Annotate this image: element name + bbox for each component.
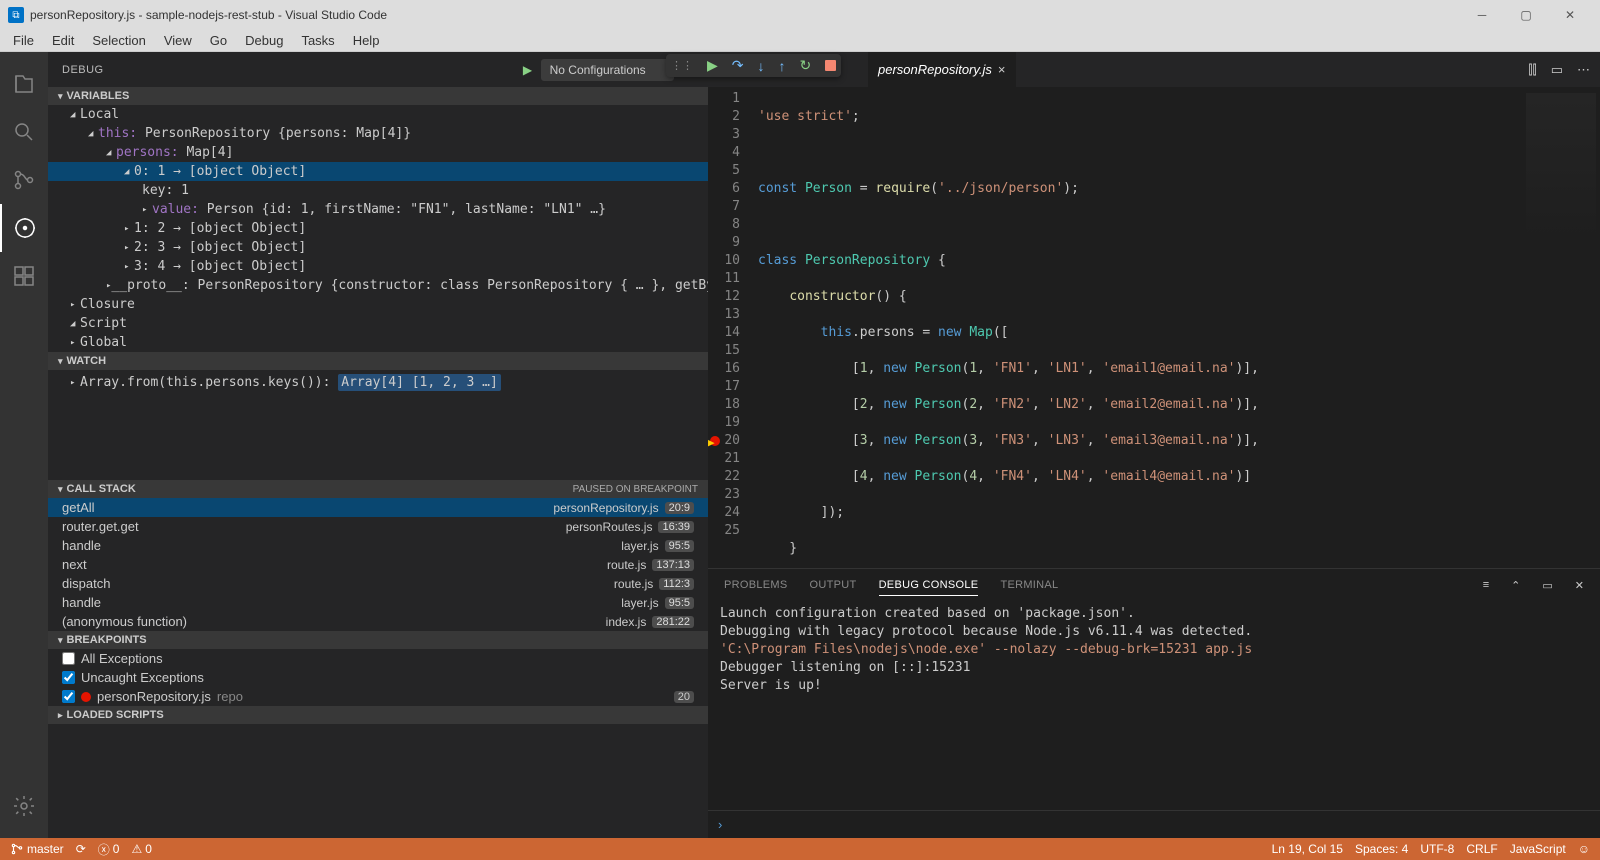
stack-frame: router.get.getpersonRoutes.js16:39 [48, 517, 708, 536]
debug-icon[interactable] [0, 204, 48, 252]
status-bar: master ⟳ ⓧ 0 ⚠ 0 Ln 19, Col 15 Spaces: 4… [0, 838, 1600, 860]
editor-tab[interactable]: personRepository.js × [868, 52, 1016, 87]
menu-file[interactable]: File [4, 31, 43, 50]
variables-tree[interactable]: ◢Local ◢this: PersonRepository {persons:… [48, 105, 708, 352]
watch-section-header[interactable]: ▾WATCH [48, 352, 708, 370]
bottom-panel: PROBLEMS OUTPUT DEBUG CONSOLE TERMINAL ≡… [708, 568, 1600, 838]
eol[interactable]: CRLF [1466, 842, 1497, 856]
variables-section-header[interactable]: ▾VARIABLES [48, 87, 708, 105]
panel-tab-output[interactable]: OUTPUT [810, 575, 857, 595]
callstack-list[interactable]: getAllpersonRepository.js20:9 router.get… [48, 498, 708, 631]
stack-frame: nextroute.js137:13 [48, 555, 708, 574]
close-window-button[interactable]: ✕ [1548, 0, 1592, 30]
breakpoints-list[interactable]: All Exceptions Uncaught Exceptions perso… [48, 649, 708, 706]
explorer-icon[interactable] [0, 60, 48, 108]
toggle-layout-icon[interactable]: ▭ [1551, 62, 1563, 78]
debug-console-input[interactable]: › [708, 810, 1600, 838]
indent-spaces[interactable]: Spaces: 4 [1355, 842, 1408, 856]
callstack-section-header[interactable]: ▾CALL STACKPAUSED ON BREAKPOINT [48, 480, 708, 498]
menu-edit[interactable]: Edit [43, 31, 83, 50]
drag-grip-icon[interactable]: ⋮⋮ [671, 59, 693, 72]
panel-filter-icon[interactable]: ≡ [1483, 579, 1489, 591]
split-editor-icon[interactable]: ⫿⫿ [1528, 62, 1536, 78]
panel-maximize-icon[interactable]: ▭ [1542, 579, 1552, 592]
bp-all-exceptions-checkbox[interactable] [62, 652, 75, 665]
loaded-scripts-header[interactable]: ▸LOADED SCRIPTS [48, 706, 708, 724]
extensions-icon[interactable] [0, 252, 48, 300]
menu-tasks[interactable]: Tasks [292, 31, 343, 50]
panel-tab-problems[interactable]: PROBLEMS [724, 575, 788, 595]
menu-selection[interactable]: Selection [83, 31, 154, 50]
language-mode[interactable]: JavaScript [1510, 842, 1566, 856]
start-debug-icon[interactable]: ▶ [523, 63, 533, 77]
menu-help[interactable]: Help [344, 31, 389, 50]
menu-go[interactable]: Go [201, 31, 236, 50]
search-icon[interactable] [0, 108, 48, 156]
maximize-button[interactable]: ▢ [1504, 0, 1548, 30]
step-out-button[interactable]: ↑ [779, 58, 786, 74]
stack-frame: (anonymous function)index.js281:22 [48, 612, 708, 631]
status-warnings[interactable]: ⚠ 0 [131, 842, 151, 856]
panel-tab-terminal[interactable]: TERMINAL [1000, 575, 1058, 595]
encoding[interactable]: UTF-8 [1420, 842, 1454, 856]
debug-title: DEBUG [62, 64, 104, 76]
stack-frame: getAllpersonRepository.js20:9 [48, 498, 708, 517]
breakpoints-section-header[interactable]: ▾BREAKPOINTS [48, 631, 708, 649]
minimize-button[interactable]: ─ [1460, 0, 1504, 30]
sync-icon[interactable]: ⟳ [76, 842, 86, 856]
stack-frame: handlelayer.js95:5 [48, 536, 708, 555]
debug-sidebar: DEBUG ▶ No Configurations ⚙ ▾VARIABLES ◢… [48, 52, 708, 838]
stop-button[interactable] [825, 60, 836, 71]
more-actions-icon[interactable]: ⋯ [1577, 62, 1590, 78]
menu-view[interactable]: View [155, 31, 201, 50]
editor-area: ⋮⋮ ▶ ↷ ↓ ↑ ↻ personRepository.js × ⫿⫿ ▭ … [708, 52, 1600, 838]
menu-debug[interactable]: Debug [236, 31, 292, 50]
code-editor[interactable]: 'use strict'; const Person = require('..… [758, 87, 1510, 568]
line-gutter[interactable]: 12345678910111213141516171819 ▶20 212223… [708, 87, 758, 568]
panel-close-icon[interactable]: ✕ [1575, 579, 1584, 592]
editor-tab-bar: ⋮⋮ ▶ ↷ ↓ ↑ ↻ personRepository.js × ⫿⫿ ▭ … [708, 52, 1600, 87]
panel-collapse-icon[interactable]: ⌃ [1511, 579, 1520, 592]
stack-frame: handlelayer.js95:5 [48, 593, 708, 612]
feedback-icon[interactable]: ☺ [1578, 842, 1590, 856]
step-over-button[interactable]: ↷ [732, 57, 744, 74]
stack-frame: dispatchroute.js112:3 [48, 574, 708, 593]
debug-toolbar[interactable]: ⋮⋮ ▶ ↷ ↓ ↑ ↻ [666, 54, 841, 77]
bp-uncaught-checkbox[interactable] [62, 671, 75, 684]
window-title: personRepository.js - sample-nodejs-rest… [30, 8, 387, 22]
debug-config-select[interactable]: No Configurations [541, 59, 674, 81]
status-errors[interactable]: ⓧ 0 [98, 841, 120, 858]
bp-file-checkbox[interactable] [62, 690, 75, 703]
title-bar: ⧉ personRepository.js - sample-nodejs-re… [0, 0, 1600, 30]
source-control-icon[interactable] [0, 156, 48, 204]
restart-button[interactable]: ↻ [800, 57, 812, 74]
step-into-button[interactable]: ↓ [758, 58, 765, 74]
debug-console-output[interactable]: Launch configuration created based on 'p… [708, 601, 1600, 810]
panel-tab-debug-console[interactable]: DEBUG CONSOLE [879, 575, 979, 596]
minimap[interactable] [1510, 87, 1600, 568]
tab-label: personRepository.js [878, 62, 992, 77]
continue-button[interactable]: ▶ [707, 57, 718, 74]
git-branch[interactable]: master [10, 842, 64, 856]
vscode-icon: ⧉ [8, 7, 24, 23]
cursor-position[interactable]: Ln 19, Col 15 [1272, 842, 1343, 856]
activity-bar [0, 52, 48, 838]
close-tab-icon[interactable]: × [998, 62, 1006, 77]
breakpoint-dot-icon [81, 692, 91, 702]
menu-bar: File Edit Selection View Go Debug Tasks … [0, 30, 1600, 52]
watch-list[interactable]: ▸Array.from(this.persons.keys()): Array[… [48, 370, 708, 480]
settings-gear-icon[interactable] [0, 782, 48, 830]
